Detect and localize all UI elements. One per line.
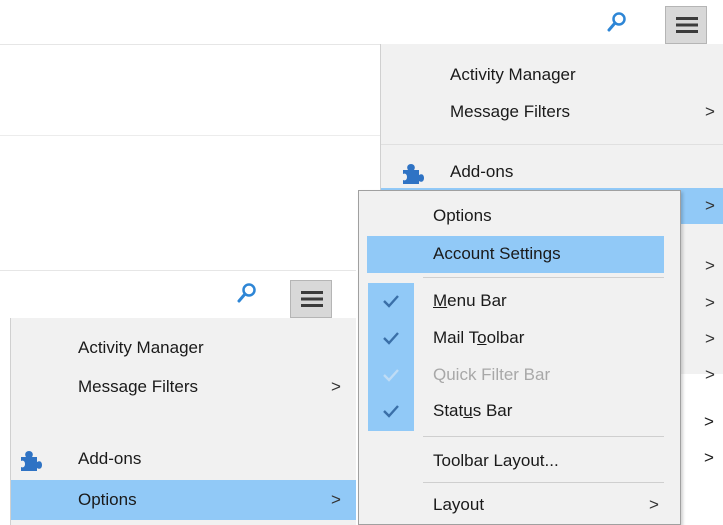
options-submenu: Options Account Settings Menu Bar Mail T… — [358, 190, 681, 525]
chevron-right-icon: > — [331, 490, 341, 509]
menu-item-label: Add-ons — [450, 162, 514, 181]
submenu-item-account-settings[interactable]: Account Settings — [367, 236, 664, 273]
submenu-item-mail-toolbar[interactable]: Mail Toolbar — [359, 320, 680, 356]
background-divider — [0, 135, 380, 136]
chevron-right-icon: > — [705, 365, 715, 384]
app-menu-front: Activity Manager Message Filters > Add-o… — [10, 318, 356, 525]
menu-item-activity-manager[interactable]: Activity Manager — [11, 330, 356, 366]
front-toolbar-divider — [0, 270, 356, 271]
menu-item-label: Activity Manager — [78, 338, 204, 357]
checkmark-icon — [383, 332, 399, 345]
submenu-item-options[interactable]: Options — [359, 198, 680, 234]
submenu-item-label: Toolbar Layout... — [433, 451, 559, 470]
menu-separator — [423, 277, 664, 278]
submenu-item-label: Menu Bar — [433, 291, 507, 310]
menu-item-add-ons[interactable]: Add-ons — [11, 441, 356, 477]
chevron-right-icon: > — [649, 495, 659, 514]
chevron-right-icon: > — [704, 412, 714, 431]
menu-item-label: Message Filters — [450, 102, 570, 121]
menu-item-label: Add-ons — [78, 449, 142, 468]
submenu-item-layout[interactable]: Layout > — [359, 487, 680, 523]
menu-item-label: Activity Manager — [450, 65, 576, 84]
submenu-item-label: Mail Toolbar — [433, 328, 525, 347]
menu-item-label: Options — [78, 490, 137, 509]
chevron-right-icon: > — [704, 448, 714, 467]
chevron-right-icon: > — [705, 329, 715, 348]
checkmark-icon — [383, 405, 399, 418]
app-menu-button[interactable] — [290, 280, 332, 318]
menu-item-add-ons[interactable]: Add-ons — [381, 154, 723, 190]
submenu-item-label: Status Bar — [433, 401, 513, 420]
chevron-right-icon: > — [705, 256, 715, 275]
submenu-item-menu-bar[interactable]: Menu Bar — [359, 283, 680, 319]
menu-item-activity-manager[interactable]: Activity Manager — [381, 57, 723, 93]
checkmark-icon — [383, 369, 399, 382]
search-icon[interactable] — [236, 282, 258, 304]
submenu-item-toolbar-layout[interactable]: Toolbar Layout... — [359, 443, 680, 479]
submenu-item-status-bar[interactable]: Status Bar — [359, 393, 680, 429]
chevron-right-icon: > — [705, 293, 715, 312]
menu-separator — [423, 482, 664, 483]
chevron-right-icon: > — [705, 196, 715, 215]
menu-item-message-filters[interactable]: Message Filters > — [11, 369, 356, 405]
puzzle-piece-icon — [403, 164, 424, 184]
submenu-item-label: Quick Filter Bar — [433, 365, 551, 384]
submenu-item-quick-filter-bar: Quick Filter Bar — [359, 357, 680, 393]
app-menu-button[interactable] — [665, 6, 707, 44]
menu-item-label: Message Filters — [78, 377, 198, 396]
menu-separator — [381, 144, 723, 145]
search-icon[interactable] — [606, 11, 628, 33]
chevron-right-icon: > — [705, 102, 715, 121]
puzzle-piece-icon — [21, 451, 42, 471]
submenu-item-label: Options — [433, 206, 492, 225]
menu-item-options[interactable]: Options > — [11, 480, 356, 520]
hamburger-icon — [301, 291, 323, 307]
checkmark-icon — [383, 295, 399, 308]
submenu-item-label: Layout — [433, 495, 485, 514]
submenu-item-label: Account Settings — [433, 244, 561, 263]
hamburger-icon — [676, 17, 698, 33]
menu-separator — [423, 436, 664, 437]
menu-item-message-filters[interactable]: Message Filters > — [381, 94, 723, 130]
chevron-right-icon: > — [331, 377, 341, 396]
